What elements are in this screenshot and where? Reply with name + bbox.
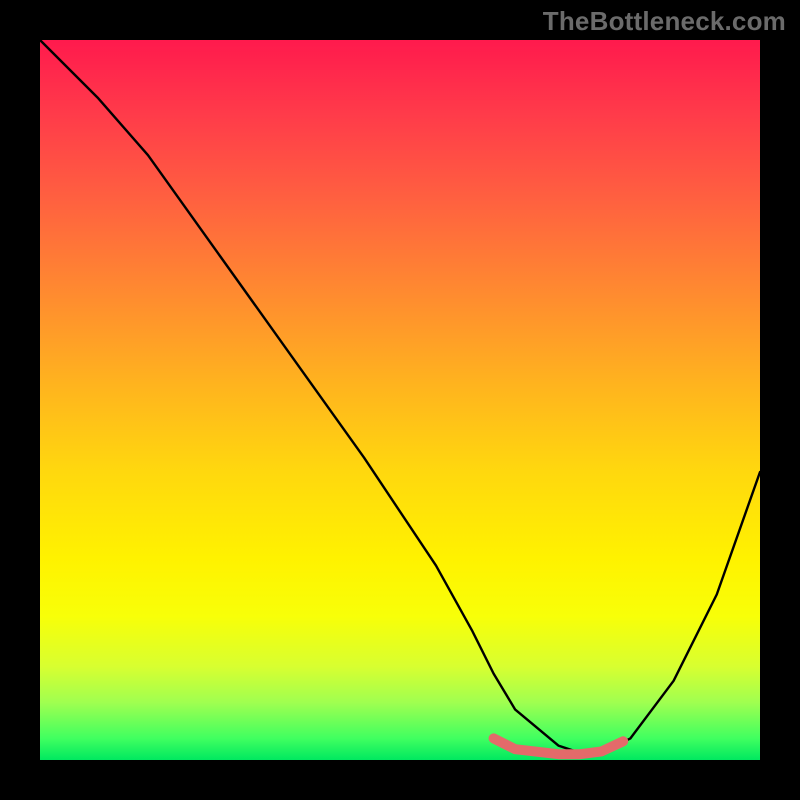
plot-area	[40, 40, 760, 760]
chart-frame: TheBottleneck.com	[0, 0, 800, 800]
watermark-text: TheBottleneck.com	[543, 6, 786, 37]
main-curve	[40, 40, 760, 753]
curve-layer	[40, 40, 760, 760]
